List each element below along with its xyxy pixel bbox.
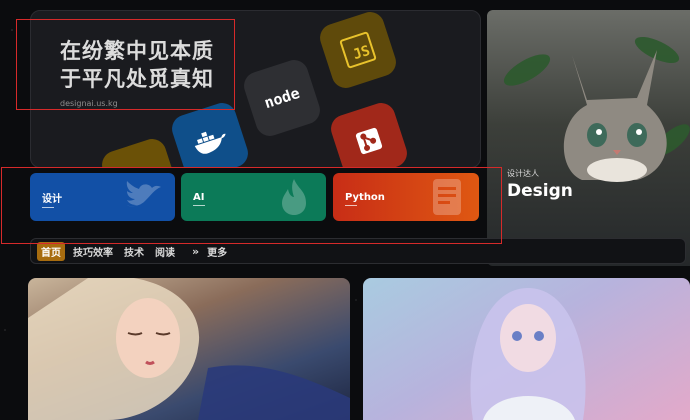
hero-title-line1: 在纷繁中见本质 (60, 39, 214, 63)
category-python-button[interactable]: Python (333, 173, 479, 221)
featured-post-image[interactable]: 设计达人 Design (487, 10, 690, 266)
bird-icon (125, 181, 161, 207)
category-ai-label: AI (193, 191, 206, 206)
hero-title-line2: 于平凡处觅真知 (60, 67, 214, 91)
flame-icon (282, 179, 306, 215)
js-label: JS (339, 31, 377, 69)
featured-post-subtitle: 设计达人 (507, 169, 539, 178)
hero-title: 在纷繁中见本质 于平凡处觅真知 (60, 37, 214, 93)
anime-girl-sleeping-image (28, 278, 350, 420)
category-ai-button[interactable]: AI (181, 173, 326, 221)
post-thumbnail[interactable] (363, 278, 690, 420)
featured-post-caption: 设计达人 Design (507, 168, 573, 201)
main-navigation: 首页 技巧效率 技术 阅读 » 更多 (30, 238, 686, 264)
featured-post-title: Design (507, 181, 573, 201)
nav-item-tips[interactable]: 技巧效率 (73, 244, 113, 259)
node-label: node (262, 83, 302, 113)
anime-girl-pastel-image (470, 288, 586, 420)
nodejs-logo-icon: node (240, 56, 324, 140)
docker-logo-icon (168, 99, 252, 167)
nav-item-tech[interactable]: 技术 (124, 244, 144, 259)
post-thumbnail[interactable] (28, 278, 350, 420)
category-design-label: 设计 (42, 190, 62, 208)
category-design-button[interactable]: 设计 (30, 173, 175, 221)
hero-banner[interactable]: 在纷繁中见本质 于平凡处觅真知 designai.us.kg JS node (30, 10, 481, 168)
nav-item-more[interactable]: 更多 (207, 244, 227, 259)
javascript-logo-icon: JS (316, 11, 400, 92)
tech-logo-icon (98, 135, 182, 167)
git-logo-icon (327, 99, 411, 167)
nav-item-home[interactable]: 首页 (37, 241, 65, 261)
cat-illustration (503, 36, 690, 182)
nav-item-reading[interactable]: 阅读 (155, 244, 175, 259)
document-icon (433, 179, 461, 215)
double-chevron-right-icon: » (192, 244, 200, 258)
hero-domain: designai.us.kg (60, 99, 118, 108)
category-python-label: Python (345, 191, 385, 206)
